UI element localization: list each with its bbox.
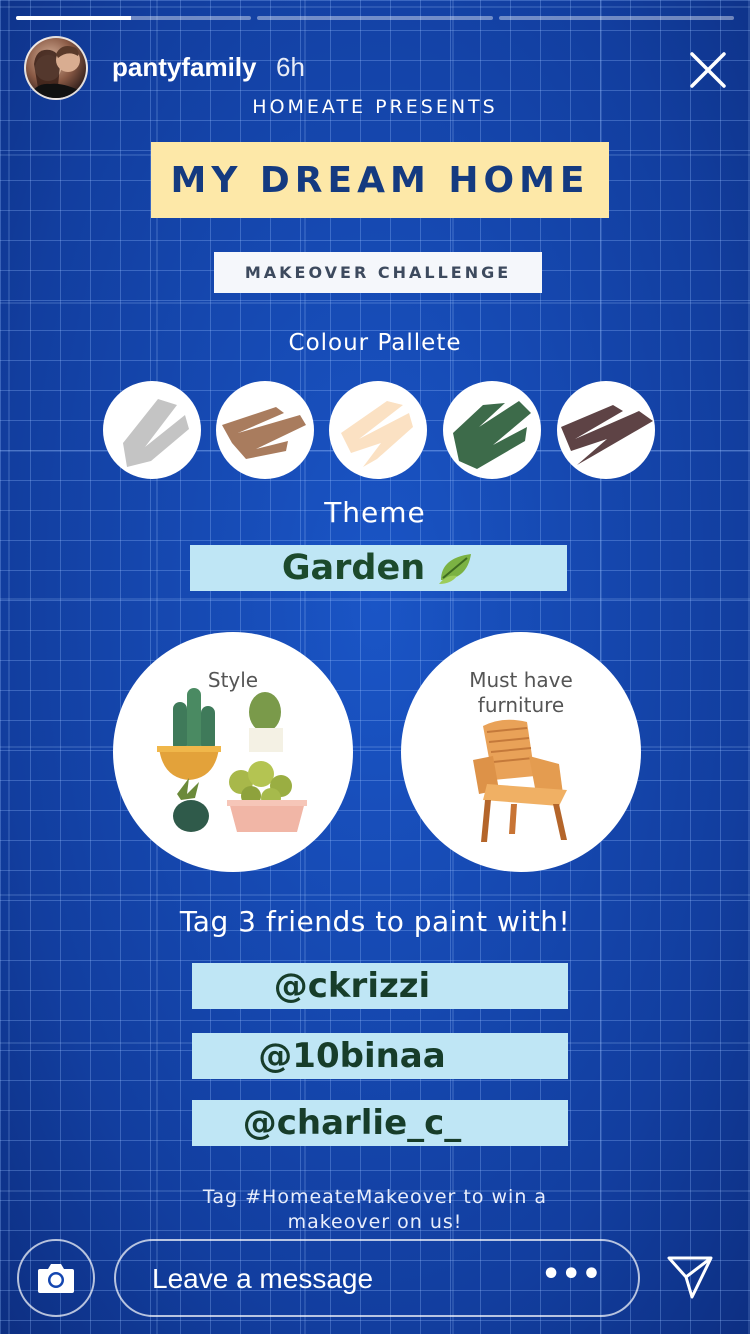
style-card: Style [113, 632, 353, 872]
palette-swatch-green [443, 381, 541, 479]
palette-swatch-peach [329, 381, 427, 479]
furniture-label-line2: furniture [477, 693, 565, 717]
tag-friends-title: Tag 3 friends to paint with! [179, 905, 571, 938]
friend-handle[interactable]: @ckrizzi [274, 966, 430, 1006]
send-icon [667, 1256, 713, 1299]
story-progress [16, 16, 734, 20]
furniture-card: Must have furniture [401, 632, 641, 872]
palette-swatch-plum [557, 381, 655, 479]
friend-tag-2[interactable]: @10binaa [192, 1033, 568, 1079]
send-button[interactable] [666, 1254, 714, 1300]
progress-segment-2 [257, 16, 493, 20]
palette-swatch-brown [216, 381, 314, 479]
theme-value: Garden [281, 548, 426, 588]
message-input[interactable]: Leave a message ••• [114, 1239, 640, 1317]
poster-subtitle: MAKEOVER CHALLENGE [244, 263, 512, 282]
friend-handle[interactable]: @10binaa [258, 1036, 445, 1076]
cactus-illustration [157, 688, 307, 832]
camera-button[interactable] [17, 1239, 95, 1317]
hashtag-line-1: Tag #HomeateMakeover to win a [202, 1186, 548, 1208]
friend-tag-3[interactable]: @charlie_c_ [192, 1100, 568, 1146]
close-icon [690, 52, 726, 88]
friend-handle[interactable]: @charlie_c_ [243, 1103, 462, 1143]
palette-title: Colour Pallete [288, 330, 462, 356]
friend-tag-1[interactable]: @ckrizzi [192, 963, 568, 1009]
presents-text: HOMEATE PRESENTS [252, 96, 498, 118]
post-time: 6h [276, 52, 305, 82]
progress-segment-3 [498, 16, 734, 20]
furniture-label-line1: Must have [469, 668, 573, 692]
title-box: MY DREAM HOME [151, 142, 609, 218]
theme-label: Theme [324, 496, 426, 529]
hashtag-line-2: makeover on us! [287, 1211, 463, 1233]
chair-illustration [473, 719, 567, 842]
subtitle-box: MAKEOVER CHALLENGE [214, 252, 542, 293]
avatar[interactable] [24, 36, 88, 100]
leaf-icon [439, 554, 472, 584]
camera-icon [38, 1264, 74, 1293]
poster-title: MY DREAM HOME [170, 159, 590, 201]
username[interactable]: pantyfamily [112, 52, 257, 83]
palette-swatch-grey [103, 381, 201, 479]
message-placeholder: Leave a message [152, 1263, 374, 1294]
close-button[interactable] [686, 48, 730, 92]
progress-segment-1 [16, 16, 252, 20]
more-options-button[interactable]: ••• [541, 1257, 602, 1292]
theme-box: Garden [190, 545, 567, 591]
